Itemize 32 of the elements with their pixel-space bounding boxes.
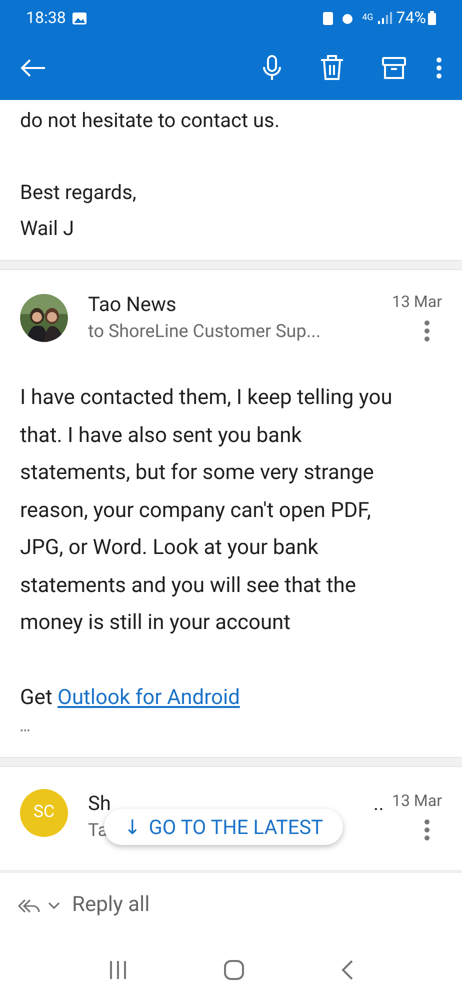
home-icon[interactable] bbox=[224, 960, 244, 980]
microphone-icon[interactable] bbox=[262, 55, 282, 81]
show-quoted-text-button[interactable]: ••• bbox=[20, 717, 30, 747]
recipients-text: to ShoreLine Customer Sup... bbox=[88, 320, 322, 344]
archive-icon[interactable] bbox=[382, 56, 406, 80]
back-icon[interactable] bbox=[341, 960, 354, 980]
reply-all-button[interactable]: Reply all bbox=[72, 890, 150, 922]
battery-icon bbox=[428, 11, 436, 25]
recent-apps-icon[interactable] bbox=[108, 960, 127, 978]
message-date: 13 Mar bbox=[392, 291, 442, 313]
network-label: 4G bbox=[362, 14, 374, 22]
image-icon bbox=[72, 12, 87, 24]
message-body: I have contacted them, I keep telling you that. I have also sent you bank statements, but for some very strange reason, your company can't open PDF, JPG, or Word. Look at your bank statements and you will see that the money is still in your account bbox=[20, 385, 394, 637]
message-options-icon[interactable] bbox=[424, 819, 430, 841]
chevron-down-icon[interactable] bbox=[48, 902, 60, 910]
message-date: 13 Mar bbox=[392, 790, 442, 812]
back-arrow-icon[interactable] bbox=[20, 58, 46, 78]
outlook-link[interactable]: Outlook for Android bbox=[58, 686, 240, 710]
signature-text: Get Outlook for Android bbox=[20, 684, 241, 712]
message-text-line: Best regards, bbox=[20, 179, 138, 206]
message-options-icon[interactable] bbox=[424, 320, 430, 342]
message-text-line: Wail J bbox=[20, 215, 76, 242]
status-time: 18:38 bbox=[26, 7, 66, 29]
ellipsis-text: .. bbox=[373, 790, 384, 817]
signal-icon bbox=[378, 12, 392, 24]
sender-name: Tao News bbox=[88, 291, 178, 318]
battery-percent: 74% bbox=[396, 7, 426, 29]
message-text-line: do not hesitate to contact us. bbox=[20, 107, 281, 134]
reply-all-icon[interactable] bbox=[18, 898, 40, 914]
sender-avatar: SC bbox=[20, 789, 68, 837]
trash-icon[interactable] bbox=[320, 55, 344, 81]
more-options-icon[interactable] bbox=[436, 57, 442, 79]
